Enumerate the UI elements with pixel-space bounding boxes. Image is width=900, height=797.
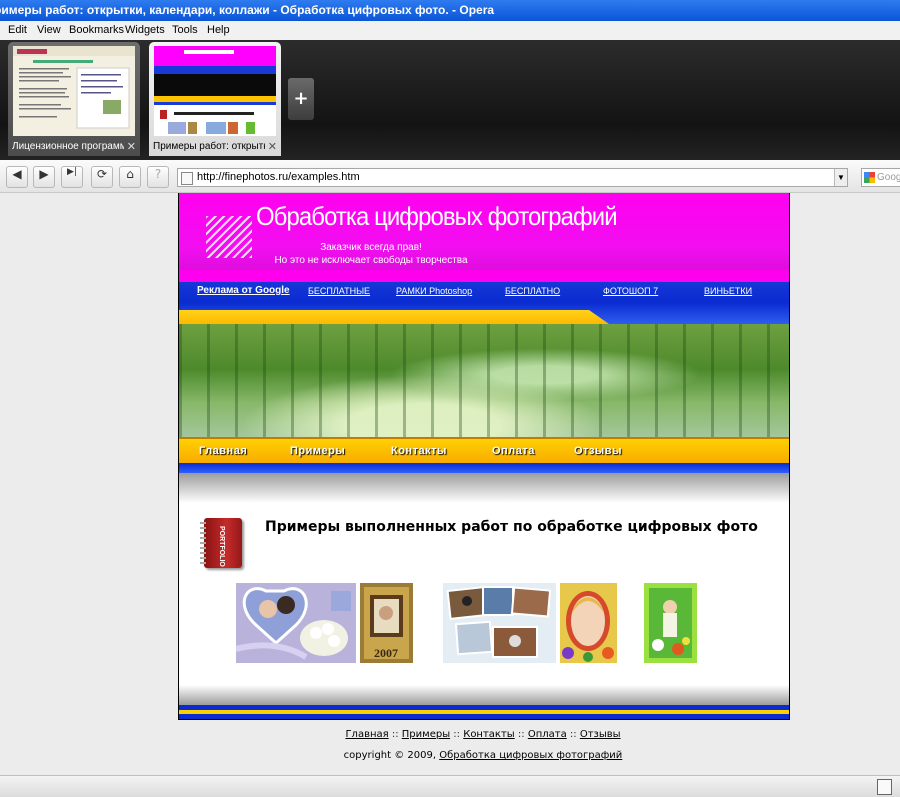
close-icon[interactable]: ✕ <box>268 140 277 153</box>
navigation-toolbar: ◀ ▶ ▶| ⟳ ⌂ ? http://finephotos.ru/exampl… <box>0 160 900 193</box>
copyright-prefix: copyright © 2009, <box>343 750 437 761</box>
menu-help[interactable]: Help <box>207 24 230 36</box>
nav-examples[interactable]: Примеры <box>290 445 345 457</box>
footer-link-home[interactable]: Главная <box>345 729 388 740</box>
ad-link-vignettes[interactable]: ВИНЬЕТКИ <box>704 286 752 296</box>
menu-bookmarks[interactable]: Bookmarks <box>69 24 124 36</box>
ad-links-bar: Реклама от Google БЕСПЛАТНЫЕ РАМКИ Photo… <box>179 270 789 324</box>
nav-payment[interactable]: Оплата <box>492 445 535 457</box>
google-icon <box>864 172 875 183</box>
chevron-down-icon[interactable]: ▼ <box>834 169 847 186</box>
status-bar <box>0 775 900 797</box>
close-icon[interactable]: ✕ <box>127 140 136 153</box>
logo-hatch <box>206 216 252 258</box>
search-placeholder: Google <box>877 172 900 183</box>
forward-button[interactable]: ▶ <box>33 166 55 188</box>
blue-divider <box>179 463 789 473</box>
site-title: Обработка цифровых фотографий <box>256 201 618 231</box>
back-button[interactable]: ◀ <box>6 166 28 188</box>
example-winter-collage[interactable] <box>443 583 556 663</box>
ad-link-free[interactable]: БЕСПЛАТНЫЕ <box>308 286 370 296</box>
home-button[interactable]: ⌂ <box>119 166 141 188</box>
gold-wave-divider <box>179 310 609 324</box>
tab-licensed-software[interactable]: Лицензионное программно... ✕ <box>8 42 140 156</box>
main-nav: Главная Примеры Контакты Оплата Отзывы <box>179 437 789 465</box>
example-calendar-2007[interactable]: 2007 <box>360 583 413 663</box>
example-girl-flowers[interactable] <box>644 583 697 663</box>
tab-label: Лицензионное программно... <box>12 141 124 152</box>
address-url: http://finephotos.ru/examples.htm <box>197 171 360 183</box>
footer-separator: :: <box>391 729 399 740</box>
footer-link-payment[interactable]: Оплата <box>528 729 567 740</box>
ad-link-free-2[interactable]: БЕСПЛАТНО <box>505 286 560 296</box>
slogan-line-1: Заказчик всегда прав! <box>320 242 422 253</box>
ad-link-photoshop-7[interactable]: ФОТОШОП 7 <box>603 286 658 296</box>
tab-examples[interactable]: Примеры работ: открытки... ✕ <box>149 42 281 156</box>
site-info-button[interactable]: ? <box>147 166 169 188</box>
site-slogan: Заказчик всегда прав! Но это не исключае… <box>256 241 486 267</box>
footer-separator: :: <box>517 729 525 740</box>
bottom-stripe <box>179 705 789 719</box>
portfolio-book-icon: PORTFOLIO <box>200 518 242 568</box>
search-field[interactable]: Google <box>861 168 900 187</box>
page-viewport: Обработка цифровых фотографий Заказчик в… <box>0 193 900 775</box>
example-wedding-collage[interactable] <box>235 583 356 663</box>
site-container: Обработка цифровых фотографий Заказчик в… <box>178 193 790 720</box>
ad-link-photoshop-frames[interactable]: РАМКИ Photoshop <box>396 286 472 296</box>
menu-tools[interactable]: Tools <box>172 24 198 36</box>
new-tab-button[interactable]: + <box>288 78 314 120</box>
window-titlebar: римеры работ: открытки, календари, колла… <box>0 0 900 21</box>
copyright-link[interactable]: Обработка цифровых фотографий <box>439 750 622 761</box>
tab-label: Примеры работ: открытки... <box>153 141 265 152</box>
page-title: Примеры выполненных работ по обработке ц… <box>265 519 758 535</box>
nav-reviews[interactable]: Отзывы <box>574 445 622 457</box>
footer-separator: :: <box>453 729 461 740</box>
footer-nav: Главная :: Примеры :: Контакты :: Оплата… <box>0 729 900 740</box>
menu-edit[interactable]: Edit <box>8 24 27 36</box>
tab-thumbnail <box>154 46 276 136</box>
tab-bar: Лицензионное программно... ✕ Примеры <box>0 40 900 168</box>
nav-home[interactable]: Главная <box>199 445 247 457</box>
portfolio-label: PORTFOLIO <box>218 526 225 567</box>
footer-separator: :: <box>569 729 577 740</box>
fast-forward-button[interactable]: ▶| <box>61 166 83 188</box>
copyright: copyright © 2009, Обработка цифровых фот… <box>0 750 900 761</box>
menu-view[interactable]: View <box>37 24 61 36</box>
gray-fade-bottom <box>179 685 789 705</box>
ad-link-google[interactable]: Реклама от Google <box>197 285 290 296</box>
gray-fade-top <box>179 473 789 503</box>
footer-link-examples[interactable]: Примеры <box>402 729 450 740</box>
calendar-year: 2007 <box>374 646 398 660</box>
menu-widgets[interactable]: Widgets <box>125 24 165 36</box>
example-child-portrait-frame[interactable] <box>560 583 617 663</box>
footer-link-reviews[interactable]: Отзывы <box>580 729 621 740</box>
page-icon <box>181 172 193 185</box>
panel-toggle-icon[interactable] <box>877 779 892 795</box>
tab-thumbnail <box>13 46 135 136</box>
reload-button[interactable]: ⟳ <box>91 166 113 188</box>
nav-contacts[interactable]: Контакты <box>391 445 447 457</box>
menu-bar: Edit View Bookmarks Widgets Tools Help <box>0 21 900 41</box>
address-field[interactable]: http://finephotos.ru/examples.htm ▼ <box>177 168 848 187</box>
window-title: римеры работ: открытки, календари, колла… <box>0 3 495 17</box>
binder-rings <box>200 522 206 564</box>
forest-banner-image <box>179 324 789 437</box>
slogan-line-2: Но это не исключает свободы творчества <box>274 255 468 266</box>
footer-link-contacts[interactable]: Контакты <box>463 729 514 740</box>
